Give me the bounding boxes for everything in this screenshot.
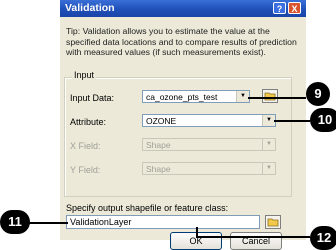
input-data-dropdown[interactable]: ca_ozone_pts_test ▼ xyxy=(142,90,250,103)
dialog-title: Validation xyxy=(65,2,115,14)
callout-11-line xyxy=(28,222,68,224)
open-folder-icon xyxy=(264,92,276,101)
attribute-value: OZONE xyxy=(146,116,177,126)
output-browse-button[interactable] xyxy=(265,215,281,229)
y-field-dropdown[interactable]: Shape ▼ xyxy=(142,162,276,175)
input-data-label: Input Data: xyxy=(70,93,115,103)
callout-9: 9 xyxy=(306,82,330,106)
output-field[interactable]: ValidationLayer xyxy=(66,215,260,229)
callout-12: 12 xyxy=(310,226,336,250)
chevron-down-icon[interactable]: ▼ xyxy=(262,163,275,174)
input-data-value: ca_ozone_pts_test xyxy=(146,92,218,102)
open-folder-icon xyxy=(267,218,279,227)
attribute-dropdown[interactable]: OZONE ▼ xyxy=(142,114,276,127)
input-data-browse-button[interactable] xyxy=(262,89,278,103)
callout-12-line xyxy=(196,236,310,238)
tip-text: Tip: Validation allows you to estimate t… xyxy=(66,26,297,57)
callout-9-line xyxy=(248,97,306,99)
output-label: Specify output shapefile or feature clas… xyxy=(66,203,229,213)
x-field-label: X Field: xyxy=(70,141,101,151)
chevron-down-icon[interactable]: ▼ xyxy=(262,139,275,150)
y-field-value: Shape xyxy=(146,164,171,174)
input-group-label: Input xyxy=(72,70,97,80)
help-button[interactable]: ? xyxy=(273,2,286,14)
x-field-value: Shape xyxy=(146,140,171,150)
attribute-label: Attribute: xyxy=(70,117,107,127)
callout-10: 10 xyxy=(310,108,336,132)
y-field-label: Y Field: xyxy=(70,165,101,175)
output-value: ValidationLayer xyxy=(70,217,132,227)
callout-10-line xyxy=(274,120,310,122)
callout-11: 11 xyxy=(0,210,30,234)
close-button[interactable]: X xyxy=(288,2,301,14)
x-field-dropdown[interactable]: Shape ▼ xyxy=(142,138,276,151)
cancel-button[interactable]: Cancel xyxy=(230,232,282,250)
